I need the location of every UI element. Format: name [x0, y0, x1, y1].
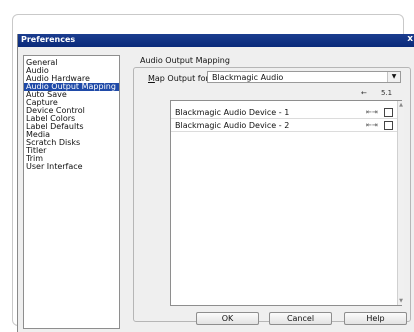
section-title: Audio Output Mapping: [140, 56, 230, 65]
route-icon[interactable]: ⇤⇥: [366, 108, 378, 116]
help-button[interactable]: Help: [344, 312, 407, 325]
close-icon[interactable]: x: [407, 34, 413, 44]
chevron-down-icon[interactable]: ▼: [387, 72, 400, 82]
map-output-label-accel: M: [148, 74, 155, 83]
scroll-down-icon[interactable]: ▼: [398, 298, 404, 304]
cancel-button[interactable]: Cancel: [269, 312, 332, 325]
table-row[interactable]: Blackmagic Audio Device - 2 ⇤⇥: [171, 119, 397, 132]
map-output-value: Blackmagic Audio: [212, 73, 284, 82]
sidebar-item-user-interface[interactable]: User Interface: [24, 163, 119, 171]
dialog-title: Preferences: [21, 35, 76, 44]
ok-button[interactable]: OK: [196, 312, 259, 325]
map-output-label-text: ap Output for:: [154, 74, 212, 83]
channel-count-header: 5.1: [381, 89, 393, 97]
preferences-dialog: Preferences x General Audio Audio Hardwa…: [17, 34, 414, 332]
device-name: Blackmagic Audio Device - 2: [175, 121, 290, 130]
device-table: Blackmagic Audio Device - 1 ⇤⇥ Blackmagi…: [170, 100, 404, 306]
channel-box-icon[interactable]: [384, 121, 393, 130]
map-output-select[interactable]: Blackmagic Audio ▼: [207, 71, 401, 83]
route-icon[interactable]: ⇤⇥: [366, 121, 378, 129]
map-output-label: Map Output for:: [148, 74, 211, 83]
route-header-icon: ←: [361, 89, 367, 97]
category-list: General Audio Audio Hardware Audio Outpu…: [23, 55, 120, 329]
table-row[interactable]: Blackmagic Audio Device - 1 ⇤⇥: [171, 106, 397, 119]
channel-box-icon[interactable]: [384, 108, 393, 117]
title-bar: Preferences x: [18, 34, 414, 47]
vertical-scrollbar[interactable]: ▲ ▼: [397, 101, 404, 305]
device-name: Blackmagic Audio Device - 1: [175, 108, 290, 117]
scroll-up-icon[interactable]: ▲: [398, 102, 404, 108]
